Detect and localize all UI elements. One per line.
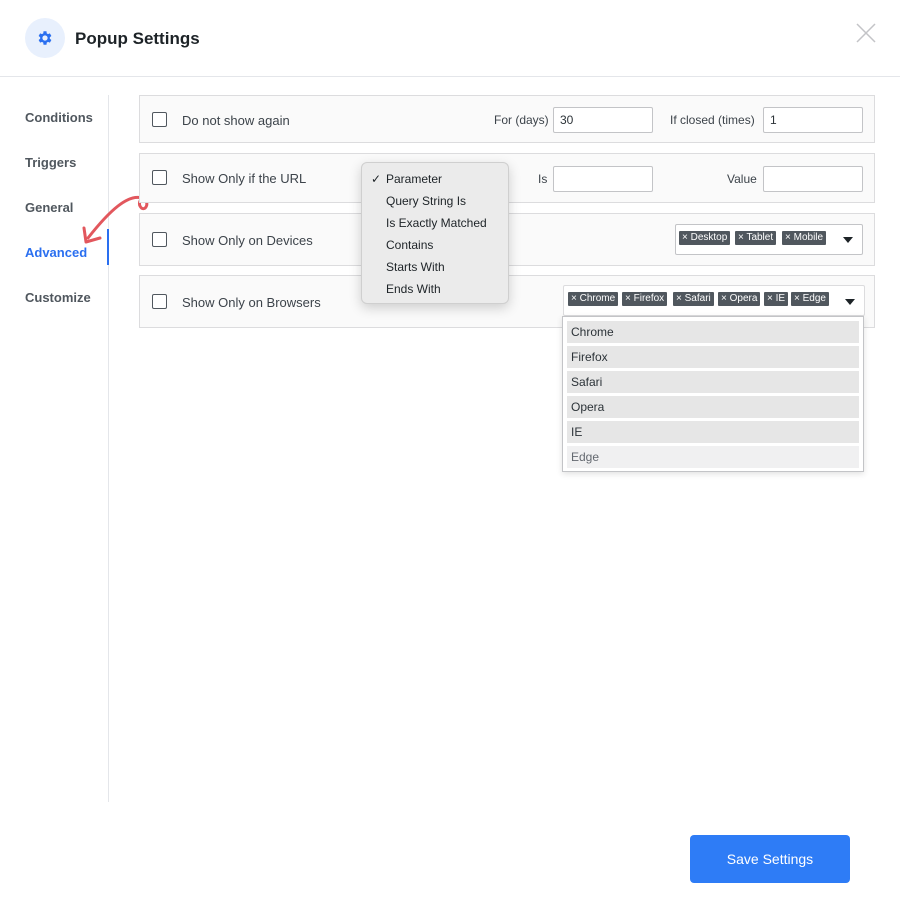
url-checkbox[interactable] <box>152 170 167 185</box>
devices-select[interactable]: × Desktop × Tablet × Mobile <box>675 224 863 255</box>
sidebar-item-general[interactable]: General <box>25 200 73 215</box>
browser-option[interactable]: IE <box>567 421 859 443</box>
browser-option[interactable]: Opera <box>567 396 859 418</box>
url-menu-item[interactable]: Starts With <box>386 260 445 274</box>
browser-tag[interactable]: × Safari <box>673 292 714 306</box>
modal-header: Popup Settings <box>0 0 900 77</box>
is-input[interactable] <box>553 166 653 192</box>
if-closed-input[interactable] <box>763 107 863 133</box>
browsers-checkbox[interactable] <box>152 294 167 309</box>
url-menu-item[interactable]: Parameter <box>386 172 442 186</box>
sidebar-item-customize[interactable]: Customize <box>25 290 91 305</box>
browser-dropdown-list: Chrome Firefox Safari Opera IE Edge <box>562 316 864 472</box>
chevron-down-icon[interactable] <box>845 299 855 305</box>
gear-icon <box>38 31 52 45</box>
chevron-down-icon[interactable] <box>843 237 853 243</box>
url-label: Show Only if the URL <box>182 171 307 186</box>
close-icon[interactable] <box>855 22 877 44</box>
device-tag[interactable]: × Mobile <box>782 231 827 245</box>
save-settings-button[interactable]: Save Settings <box>690 835 850 883</box>
browser-tag[interactable]: × Firefox <box>622 292 668 306</box>
browser-tag[interactable]: × Opera <box>718 292 761 306</box>
modal-title: Popup Settings <box>75 29 200 48</box>
device-tag[interactable]: × Desktop <box>679 231 731 245</box>
browser-option[interactable]: Safari <box>567 371 859 393</box>
do-not-show-label: Do not show again <box>182 113 290 128</box>
value-label: Value <box>727 172 757 186</box>
sidebar-item-triggers[interactable]: Triggers <box>25 155 76 170</box>
url-menu-item[interactable]: Contains <box>386 238 433 252</box>
url-menu-item[interactable]: Ends With <box>386 282 441 296</box>
for-days-input[interactable] <box>553 107 653 133</box>
if-closed-label: If closed (times) <box>670 113 755 127</box>
browser-tag[interactable]: × IE <box>764 292 789 306</box>
value-input[interactable] <box>763 166 863 192</box>
row-do-not-show-again: Do not show again For (days) If closed (… <box>139 95 875 143</box>
browser-option[interactable]: Edge <box>567 446 859 468</box>
browser-tag[interactable]: × Chrome <box>568 292 619 306</box>
device-tag[interactable]: × Tablet <box>735 231 777 245</box>
url-menu-item[interactable]: Is Exactly Matched <box>386 216 487 230</box>
for-days-label: For (days) <box>494 113 549 127</box>
do-not-show-checkbox[interactable] <box>152 112 167 127</box>
browsers-select[interactable]: × Chrome × Firefox × Safari × Opera × IE… <box>563 285 865 316</box>
check-icon: ✓ <box>371 172 382 186</box>
url-condition-menu: ✓ Parameter Query String Is Is Exactly M… <box>361 162 509 304</box>
sidebar-item-conditions[interactable]: Conditions <box>25 110 93 125</box>
gear-icon-badge <box>25 18 65 58</box>
devices-checkbox[interactable] <box>152 232 167 247</box>
browsers-label: Show Only on Browsers <box>182 295 321 310</box>
browser-option[interactable]: Firefox <box>567 346 859 368</box>
url-menu-item[interactable]: Query String Is <box>386 194 466 208</box>
browser-tag[interactable]: × Edge <box>791 292 829 306</box>
browser-option[interactable]: Chrome <box>567 321 859 343</box>
devices-label: Show Only on Devices <box>182 233 313 248</box>
is-label: Is <box>538 172 548 186</box>
